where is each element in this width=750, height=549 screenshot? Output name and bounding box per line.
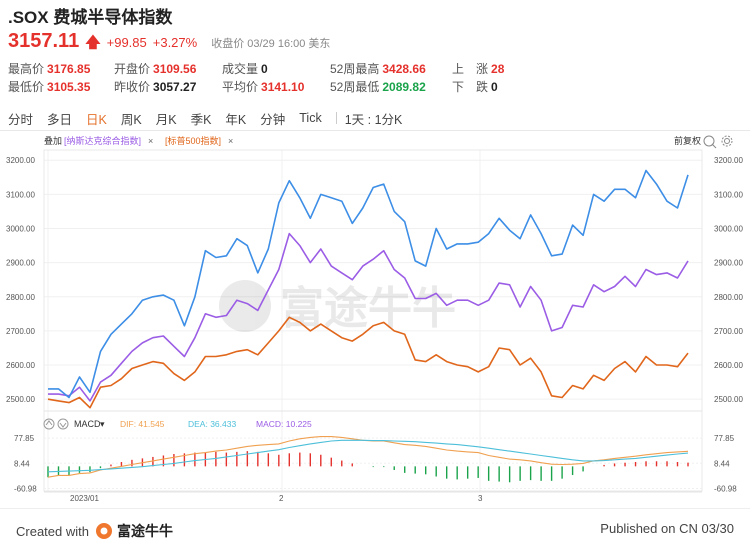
tab-quarterly-k[interactable]: 季K: [191, 109, 212, 128]
futu-logo-icon: [95, 523, 112, 539]
y-tick-right: 2600.00: [714, 361, 743, 370]
macd-up-icon[interactable]: [43, 418, 55, 430]
stat-low: 最低价 3105.35: [8, 80, 91, 94]
y-axis-ticks: 3200.00 3200.00 3100.00 3100.00 3000.00 3000.…: [6, 156, 743, 404]
y-tick-left: 2600.00: [6, 361, 35, 370]
remove-nasdaq-icon[interactable]: ×: [148, 136, 153, 146]
price-chart[interactable]: 叠加 [纳斯达克综合指数] × [标普500指数] × 前复权 富途牛牛 320…: [0, 131, 750, 508]
x-axis-labels: 2023/01 2 3: [44, 491, 702, 503]
legend-sp500[interactable]: [标普500指数]: [165, 135, 221, 146]
macd-dea: DEA: 36.433: [188, 419, 236, 429]
stat-decline: 下 跌0: [452, 80, 498, 94]
macd-dif: DIF: 41.545: [120, 419, 165, 429]
brand-name: 富途牛牛: [116, 523, 173, 539]
price-change-pct: +3.27%: [152, 35, 198, 50]
tab-multiday[interactable]: 多日: [47, 109, 72, 128]
y-tick-left: 3100.00: [6, 190, 35, 199]
close-info: 收盘价 03/29 16:00 美东: [211, 38, 331, 50]
stat-52w-high: 52周最高 3428.66: [330, 62, 426, 76]
last-price: 3157.11: [8, 30, 80, 52]
tab-daily-k[interactable]: 日K: [86, 109, 107, 128]
macd-name[interactable]: MACD: [74, 419, 101, 429]
macd-dea-line: [47, 439, 689, 473]
price-row: 3157.11 🡅 +99.85 +3.27% 收盘价 03/29 16:00 …: [8, 30, 742, 56]
legend-nasdaq[interactable]: [纳斯达克综合指数]: [64, 135, 141, 146]
created-with-label: Created with: [16, 523, 89, 539]
created-with: Created with 富途牛牛: [16, 521, 173, 541]
price-adjust-toggle[interactable]: 前复权: [674, 135, 701, 146]
tab-yearly-k[interactable]: 年K: [225, 109, 246, 128]
y-tick-left: 2800.00: [6, 293, 35, 302]
macd-tick-left: -60.98: [14, 484, 37, 493]
tab-weekly-k[interactable]: 周K: [121, 109, 142, 128]
up-arrow-icon: 🡅: [85, 34, 101, 51]
macd-dif-line: [47, 436, 689, 478]
stat-average: 平均价 3141.10: [222, 80, 305, 94]
tab-divider: [335, 112, 337, 124]
tab-tick[interactable]: Tick: [299, 111, 321, 125]
tab-intraday[interactable]: 分时: [8, 109, 33, 128]
quote-stats: 最高价 3176.85 开盘价 3109.56 成交量 0 52周最高 3428.66 …: [8, 60, 742, 96]
y-tick-left: 3000.00: [6, 225, 35, 234]
y-tick-right: 2900.00: [714, 259, 743, 268]
settings-icon[interactable]: [721, 135, 733, 147]
y-tick-right: 3100.00: [714, 190, 743, 199]
y-tick-left: 3200.00: [6, 156, 35, 165]
macd-toolbar: MACD ▾ DIF: 41.545 DEA: 36.433 MACD: 10.…: [43, 418, 312, 430]
macd-tick-right: 8.44: [714, 459, 730, 468]
security-title: .SOX 费城半导体指数: [8, 8, 173, 27]
y-tick-right: 2700.00: [714, 327, 743, 336]
y-tick-left: 2500.00: [6, 395, 35, 404]
price-change: +99.85: [106, 35, 147, 50]
macd-tick-left: 8.44: [14, 459, 30, 468]
tab-minute[interactable]: 分钟: [260, 109, 285, 128]
stats-row-1: 最高价 3176.85 开盘价 3109.56 成交量 0 52周最高 3428.66 …: [8, 60, 742, 78]
stat-advance: 上 涨 28: [452, 62, 505, 76]
y-tick-right: 2500.00: [714, 395, 743, 404]
x-tick-label: 2: [279, 494, 284, 503]
period-tabs: 分时 多日 日K 周K 月K 季K 年K 分钟 Tick 1天 : 1分K: [8, 108, 416, 128]
y-tick-right: 2800.00: [714, 293, 743, 302]
stat-prev-close: 昨收价 3057.27: [114, 80, 197, 94]
stat-52w-low: 52周最低 2089.82: [330, 80, 426, 94]
y-tick-left: 2700.00: [6, 327, 35, 336]
quote-header: .SOX 费城半导体指数 3157.11 🡅 +99.85 +3.27% 收盘价…: [8, 6, 742, 56]
watermark-text: 富途牛牛: [280, 284, 456, 333]
stat-open: 开盘价 3109.56: [114, 62, 197, 76]
watermark: 富途牛牛: [219, 280, 456, 333]
macd-tick-right: -60.98: [714, 484, 737, 493]
interval-selector[interactable]: 1天 : 1分K: [345, 109, 403, 128]
x-tick-label: 3: [478, 494, 483, 503]
y-tick-left: 2900.00: [6, 259, 35, 268]
macd-value: MACD: 10.225: [256, 419, 312, 429]
remove-sp500-icon[interactable]: ×: [228, 136, 233, 146]
macd-chart: 77.85 77.85 8.44 8.44 -60.98 -60.98: [14, 434, 737, 493]
x-tick-label: 2023/01: [70, 494, 99, 503]
stats-row-2: 最低价 3105.35 昨收价 3057.27 平均价 3141.10 52周最低 20…: [8, 78, 742, 96]
footer: Created with 富途牛牛 Published on CN 03/30: [0, 508, 750, 549]
tab-monthly-k[interactable]: 月K: [156, 109, 177, 128]
macd-down-icon[interactable]: [57, 418, 69, 430]
published-date: Published on CN 03/30: [600, 521, 734, 536]
y-tick-right: 3000.00: [714, 225, 743, 234]
stat-volume: 成交量 0: [222, 62, 268, 76]
y-tick-right: 3200.00: [714, 156, 743, 165]
expand-icon[interactable]: [703, 135, 717, 149]
macd-tick-right: 77.85: [714, 434, 735, 443]
stat-high: 最高价 3176.85: [8, 62, 91, 76]
macd-dropdown-icon[interactable]: ▾: [100, 419, 105, 429]
macd-tick-left: 77.85: [14, 434, 35, 443]
overlay-label: 叠加: [44, 136, 62, 146]
